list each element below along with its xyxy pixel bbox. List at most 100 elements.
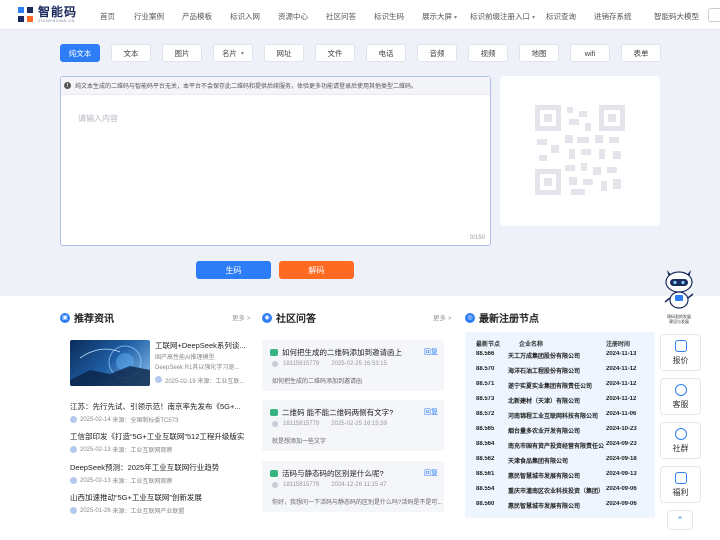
chat-bubble-icon <box>270 409 278 416</box>
node-row[interactable]: 88.564 南充市国有资产投资经营有限责任公 2024-09-23 <box>465 438 655 453</box>
tab-text[interactable]: 文本 <box>111 44 151 62</box>
qa-more-link[interactable]: 更多 > <box>433 312 452 322</box>
reply-link[interactable]: 回复 <box>424 468 438 478</box>
notice-bar: ! 纯文本生成的二维码与智能码平台无关，本平台不会保存此二维码和提供后续服务，体… <box>61 77 490 95</box>
tab-form[interactable]: 表单 <box>621 44 661 62</box>
tab-wifi[interactable]: wifi <box>570 44 610 62</box>
nav-identifier-access[interactable]: 标识入网 <box>230 11 260 22</box>
nav-query[interactable]: 标识查询 <box>546 11 576 22</box>
text-editor[interactable]: ! 纯文本生成的二维码与智能码平台无关，本平台不会保存此二维码和提供后续服务，体… <box>60 76 491 246</box>
node-row[interactable]: 88.571 遂宁实夏实业集团有限责任公司 2024-11-12 <box>465 378 655 393</box>
qa-title: 社区问答 <box>276 314 316 325</box>
nav-dashboard[interactable]: 展示大屏 ▾ <box>422 11 457 22</box>
nav-home[interactable]: 首页 <box>100 11 115 22</box>
news-feature-desc: 国产高性能AI推理模型 DeepSeek R1其以强化学习驱... <box>155 355 240 371</box>
tab-audio[interactable]: 音频 <box>417 44 457 62</box>
node-id: 88.564 <box>476 441 495 447</box>
nav-cases[interactable]: 行业案例 <box>134 11 164 22</box>
qr-placeholder-icon <box>535 105 625 195</box>
node-row[interactable]: 88.573 北新建材（天津）有限公司 2024-11-12 <box>465 393 655 408</box>
top-navbar: 智能码 ZHINENGMA.CN 首页 行业案例 产品模板 标识入网 资源中心 … <box>0 0 720 30</box>
node-id: 88.573 <box>476 396 495 402</box>
avatar <box>272 421 278 427</box>
community-button[interactable]: 社群 <box>660 422 701 459</box>
node-date: 2024-11-13 <box>606 351 637 357</box>
list-item[interactable]: DeepSeek预测：2025年工业互联网行业趋势 2025-02-13 来源：… <box>70 462 245 485</box>
node-id: 88.561 <box>476 471 495 477</box>
nodes-table: 最新节点 企业名称 注册时间 88.566 天工万成集团股份有限公司 2024-11… <box>465 332 655 518</box>
notice-text: 纯文本生成的二维码与智能码平台无关，本平台不会保存此二维码和提供后续服务，体验更… <box>75 84 418 90</box>
news-feature[interactable]: 工联网+DeepSeek系列谈... 国产高性能AI推理模型 DeepSeek … <box>70 340 250 388</box>
node-row[interactable]: 88.570 海洋石油工程股份有限公司 2024-11-12 <box>465 363 655 378</box>
quote-button[interactable]: 报价 <box>660 334 701 371</box>
char-counter: 0/150 <box>469 235 485 241</box>
search-input[interactable] <box>708 8 720 22</box>
node-row[interactable]: 88.560 惠民智慧城市发展有限公司 2024-09-06 <box>465 498 655 513</box>
nav-prefix-register[interactable]: 标识前缀注册入口 ▾ <box>470 11 535 22</box>
nav-resources[interactable]: 资源中心 <box>278 11 308 22</box>
nav-community-qa[interactable]: 社区问答 <box>326 11 356 22</box>
tab-phone[interactable]: 电话 <box>366 44 406 62</box>
nav-ai-model[interactable]: 智能码大模型 <box>654 11 699 22</box>
logo-domain: ZHINENGMA.CN <box>38 18 75 23</box>
node-row[interactable]: 88.572 河南锦程工业互联网科技有限公司 2024-11-06 <box>465 408 655 423</box>
nav-inventory[interactable]: 进销存系统 <box>594 11 632 22</box>
node-row[interactable]: 88.554 重庆市潼南区农业科技投资（集团） 2024-09-06 <box>465 483 655 498</box>
node-id: 88.571 <box>476 381 495 387</box>
tab-plain-text[interactable]: 纯文本 <box>60 44 100 62</box>
site-logo[interactable]: 智能码 ZHINENGMA.CN <box>18 6 77 23</box>
node-company: 天津食品集团有限公司 <box>508 459 569 465</box>
floating-sidebar: 报价 客服 社群 福利 ⌃ <box>660 334 701 530</box>
news-feature-title[interactable]: 工联网+DeepSeek系列谈... <box>155 340 250 351</box>
qa-card[interactable]: 活码与静态码的区别是什么呢? 回复 18115815779 2024-12-26 … <box>262 461 444 512</box>
node-row[interactable]: 88.565 烟台量多农业开发有限公司 2024-10-23 <box>465 423 655 438</box>
list-item[interactable]: 江苏：先行先试、引领示范！南京率先发布《5G+... 2025-02-14 来源… <box>70 401 245 424</box>
reply-link[interactable]: 回复 <box>424 407 438 417</box>
node-row[interactable]: 88.566 天工万成集团股份有限公司 2024-11-13 <box>465 348 655 363</box>
tab-image[interactable]: 图片 <box>162 44 202 62</box>
node-id: 88.570 <box>476 366 495 372</box>
node-company: 重庆市潼南区农业科技投资（集团） <box>508 489 604 495</box>
list-item[interactable]: 工信部印发《打造“5G+工业互联网”512工程升级版实... 2025-02-1… <box>70 431 245 454</box>
qa-card[interactable]: 二维码 能不能二维码两侧有文字? 回复 18115815779 2025-02-2… <box>262 400 444 451</box>
news-icon: ▣ <box>60 312 70 323</box>
node-company: 南充市国有资产投资经营有限责任公 <box>508 444 604 450</box>
tab-url[interactable]: 网址 <box>264 44 304 62</box>
news-title: 推荐资讯 <box>74 314 114 325</box>
node-row[interactable]: 88.561 惠民智慧城市发展有限公司 2024-09-13 <box>465 468 655 483</box>
info-icon: ! <box>64 82 71 89</box>
mascot-icon[interactable]: 锦码君的发展 建设与发展 <box>661 264 697 324</box>
nav-generate[interactable]: 标识生码 <box>374 11 404 22</box>
reply-link[interactable]: 回复 <box>424 347 438 357</box>
clock-icon <box>70 446 77 453</box>
news-feature-meta: 2025-02-19 来源：工业互联... <box>155 376 250 385</box>
list-item[interactable]: 山西加速推动“5G+工业互联网”创新发展 2025-01-26 来源：工业互联网… <box>70 492 245 515</box>
nav-templates[interactable]: 产品模板 <box>182 11 212 22</box>
chat-bubble-icon <box>270 470 278 477</box>
node-date: 2024-09-06 <box>606 486 637 492</box>
tab-map[interactable]: 地图 <box>519 44 559 62</box>
generate-button[interactable]: 生码 <box>196 261 271 279</box>
decode-button[interactable]: 解码 <box>279 261 354 279</box>
clock-icon <box>155 376 162 383</box>
node-id: 88.566 <box>476 351 495 357</box>
welfare-button[interactable]: 福利 <box>660 466 701 503</box>
node-id: 88.554 <box>476 486 495 492</box>
tab-card[interactable]: 名片 ▾ <box>213 44 253 62</box>
news-more-link[interactable]: 更多 > <box>232 312 251 322</box>
tab-video[interactable]: 视频 <box>468 44 508 62</box>
node-date: 2024-11-12 <box>606 396 637 402</box>
chat-icon: ◉ <box>262 312 272 323</box>
back-to-top-button[interactable]: ⌃ <box>667 510 693 530</box>
qa-card[interactable]: 如何把生成的二维码添加到邀请函上 回复 18115815779 2025-02-2… <box>262 340 444 391</box>
node-company: 天工万成集团股份有限公司 <box>508 354 581 360</box>
news-thumbnail <box>70 340 150 386</box>
customer-service-button[interactable]: 客服 <box>660 378 701 415</box>
node-row[interactable]: 88.562 天津食品集团有限公司 2024-09-18 <box>465 453 655 468</box>
node-company: 烟台量多农业开发有限公司 <box>508 429 581 435</box>
avatar <box>272 482 278 488</box>
logo-name: 智能码 <box>38 5 78 19</box>
content-placeholder[interactable]: 请输入内容 <box>78 113 118 124</box>
tab-file[interactable]: 文件 <box>315 44 355 62</box>
news-header: ▣ 推荐资讯 <box>60 310 114 325</box>
